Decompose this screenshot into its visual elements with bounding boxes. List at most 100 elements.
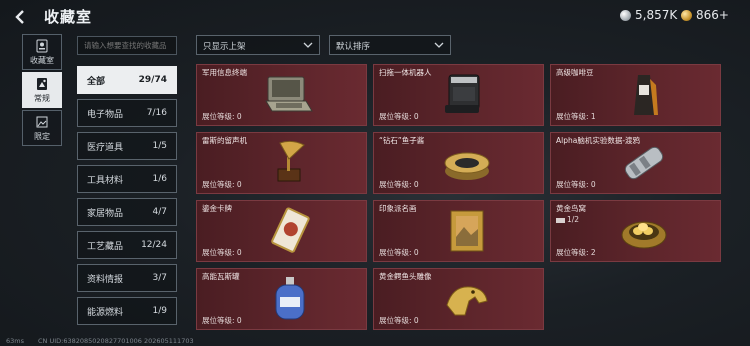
gold-currency[interactable]: 866+ bbox=[681, 8, 729, 22]
category-label: 工具材料 bbox=[87, 175, 124, 186]
painting-icon bbox=[439, 207, 495, 255]
filter-dropdown-listed[interactable]: 只显示上架 bbox=[196, 35, 320, 55]
collectible-card[interactable]: 黄金鳄鱼头雕像 展位等级: 0 bbox=[373, 268, 544, 330]
display-level: 展位等级: 0 bbox=[556, 180, 596, 189]
page-title: 收藏室 bbox=[44, 8, 93, 26]
collectible-name: “钻石”鱼子酱 bbox=[379, 136, 425, 145]
debug-footer: 63ms CN UID:6382085020827701006 20260511… bbox=[6, 337, 194, 345]
category-label: 医疗道具 bbox=[87, 142, 124, 153]
category-count: 1/9 bbox=[152, 306, 167, 316]
collectible-card[interactable]: 扫拖一体机器人 展位等级: 0 bbox=[373, 64, 544, 126]
silver-coin-icon bbox=[620, 9, 631, 21]
collectible-card[interactable]: 印象派名画 展位等级: 0 bbox=[373, 200, 544, 262]
display-level: 展位等级: 0 bbox=[379, 112, 419, 121]
robot-vacuum-icon bbox=[439, 71, 495, 119]
display-level: 展位等级: 0 bbox=[379, 316, 419, 325]
collectible-card[interactable]: 高级咖啡豆 展位等级: 1 bbox=[550, 64, 721, 126]
category-count: 3/7 bbox=[152, 273, 167, 283]
side-tab-label: 限定 bbox=[34, 131, 50, 141]
gold-amount: 866+ bbox=[696, 8, 729, 22]
latency-readout: 63ms bbox=[6, 337, 24, 345]
golden-nest-icon bbox=[616, 207, 672, 255]
chevron-down-icon bbox=[434, 42, 444, 48]
sort-dropdown[interactable]: 默认排序 bbox=[329, 35, 451, 55]
coffee-bean-bag-icon bbox=[616, 71, 672, 119]
owned-count-value: 1/2 bbox=[567, 215, 580, 224]
category-count: 1/5 bbox=[152, 141, 167, 151]
display-level: 展位等级: 0 bbox=[202, 112, 242, 121]
display-level: 展位等级: 0 bbox=[202, 316, 242, 325]
category-list: 全部 29/74 电子物品 7/16 医疗道具 1/5 工具材料 1/6 家居物品 4/7… bbox=[77, 66, 177, 330]
category-count: 12/24 bbox=[141, 240, 167, 250]
category-electronics[interactable]: 电子物品 7/16 bbox=[77, 99, 177, 127]
collectible-name: 黄金鳄鱼头雕像 bbox=[379, 272, 432, 281]
collectible-name: 扫拖一体机器人 bbox=[379, 68, 432, 77]
collectible-card[interactable]: Alpha脑机实验数据-渡鸦 展位等级: 0 bbox=[550, 132, 721, 194]
collectible-name: 高能瓦斯罐 bbox=[202, 272, 240, 281]
gramophone-icon bbox=[262, 139, 318, 187]
collectible-card[interactable]: 高能瓦斯罐 展位等级: 0 bbox=[196, 268, 367, 330]
category-label: 能源燃料 bbox=[87, 307, 124, 318]
collectible-card[interactable]: 雷斯的留声机 展位等级: 0 bbox=[196, 132, 367, 194]
collectible-name: 雷斯的留声机 bbox=[202, 136, 247, 145]
gas-canister-icon bbox=[262, 275, 318, 323]
display-level: 展位等级: 2 bbox=[556, 248, 596, 257]
category-label: 工艺藏品 bbox=[87, 241, 124, 252]
category-count: 7/16 bbox=[146, 108, 167, 118]
back-arrow-icon bbox=[15, 10, 24, 24]
side-tab-label: 收藏室 bbox=[30, 55, 54, 65]
collectible-name: 黄金鸟窝 bbox=[556, 204, 586, 213]
category-count: 4/7 bbox=[152, 207, 167, 217]
chevron-down-icon bbox=[303, 42, 313, 48]
category-label: 电子物品 bbox=[87, 109, 124, 120]
category-medical[interactable]: 医疗道具 1/5 bbox=[77, 132, 177, 160]
category-all[interactable]: 全部 29/74 bbox=[77, 66, 177, 94]
id-card-icon bbox=[36, 39, 48, 52]
side-tab-collection-room[interactable]: 收藏室 bbox=[22, 34, 62, 70]
search-input[interactable] bbox=[77, 36, 177, 55]
collectible-card[interactable]: “钻石”鱼子酱 展位等级: 0 bbox=[373, 132, 544, 194]
side-tab-label: 常规 bbox=[34, 93, 50, 103]
back-button[interactable] bbox=[10, 7, 30, 27]
uid-readout: CN UID:6382085020827701006 202605111703 bbox=[38, 337, 194, 345]
sort-dropdown-label: 默认排序 bbox=[336, 42, 371, 52]
display-level: 展位等级: 0 bbox=[202, 248, 242, 257]
military-terminal-icon bbox=[262, 71, 318, 119]
category-count: 1/6 bbox=[152, 174, 167, 184]
display-level: 展位等级: 0 bbox=[202, 180, 242, 189]
category-tools[interactable]: 工具材料 1/6 bbox=[77, 165, 177, 193]
collection-icon bbox=[37, 77, 47, 90]
category-label: 家居物品 bbox=[87, 208, 124, 219]
stack-icon bbox=[556, 218, 565, 223]
category-energy[interactable]: 能源燃料 1/9 bbox=[77, 297, 177, 325]
side-tab-limited[interactable]: 限定 bbox=[22, 110, 62, 146]
category-count: 29/74 bbox=[138, 75, 167, 85]
collectible-card[interactable]: 鎏金卡牌 展位等级: 0 bbox=[196, 200, 367, 262]
category-label: 资料情报 bbox=[87, 274, 124, 285]
collectible-name: 印象派名画 bbox=[379, 204, 417, 213]
silver-currency: 5,857K bbox=[620, 8, 677, 22]
display-level: 展位等级: 1 bbox=[556, 112, 596, 121]
side-nav: 收藏室 常规 限定 bbox=[22, 34, 62, 148]
filter-dropdown-label: 只显示上架 bbox=[203, 42, 246, 52]
data-capsule-icon bbox=[616, 139, 672, 187]
category-household[interactable]: 家居物品 4/7 bbox=[77, 198, 177, 226]
side-tab-regular[interactable]: 常规 bbox=[22, 72, 62, 108]
collectible-name: 高级咖啡豆 bbox=[556, 68, 594, 77]
collectible-grid: 军用信息终端 展位等级: 0 扫拖一体机器人 展位等级: 0 高级咖啡豆 展位等… bbox=[196, 64, 721, 330]
collectible-card[interactable]: 军用信息终端 展位等级: 0 bbox=[196, 64, 367, 126]
category-crafts[interactable]: 工艺藏品 12/24 bbox=[77, 231, 177, 259]
gilded-card-icon bbox=[262, 207, 318, 255]
image-frame-icon bbox=[36, 116, 48, 127]
collectible-card[interactable]: 黄金鸟窝 1/2 展位等级: 2 bbox=[550, 200, 721, 262]
owned-count: 1/2 bbox=[556, 215, 579, 224]
display-level: 展位等级: 0 bbox=[379, 180, 419, 189]
collectible-name: 鎏金卡牌 bbox=[202, 204, 232, 213]
gold-crocodile-statue-icon bbox=[439, 275, 495, 323]
gold-coin-icon bbox=[681, 9, 692, 21]
silver-amount: 5,857K bbox=[635, 8, 678, 22]
collectible-name: 军用信息终端 bbox=[202, 68, 247, 77]
category-intel[interactable]: 资料情报 3/7 bbox=[77, 264, 177, 292]
category-label: 全部 bbox=[87, 76, 106, 87]
caviar-tin-icon bbox=[439, 139, 495, 187]
